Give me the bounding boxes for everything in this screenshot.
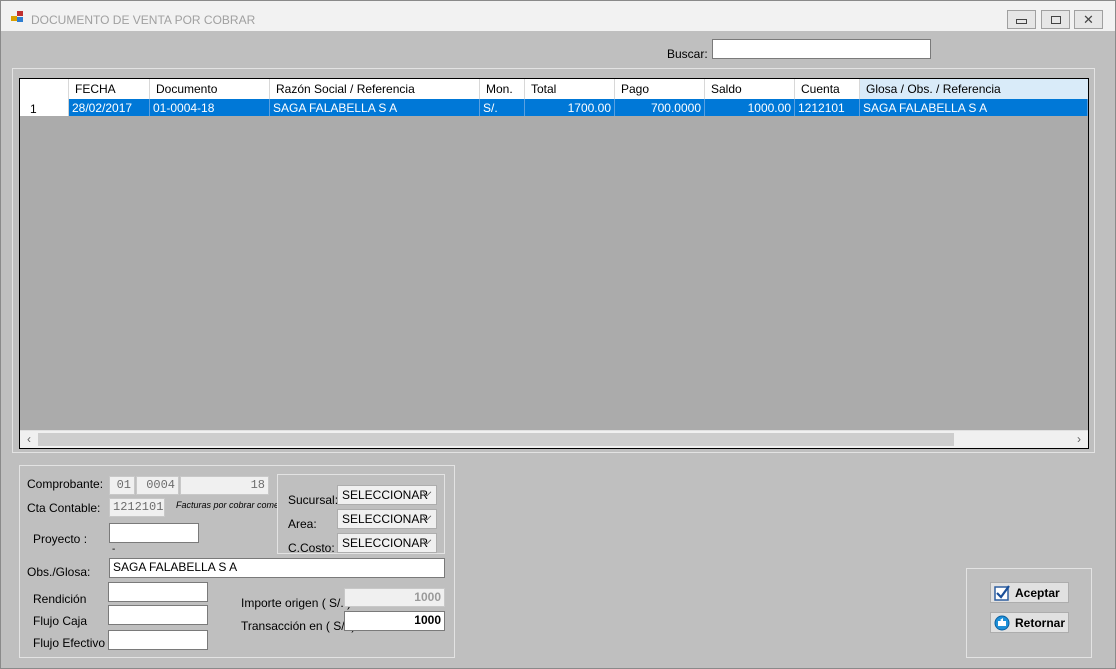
- area-select[interactable]: SELECCIONAR: [337, 509, 437, 529]
- proyecto-label: Proyecto :: [33, 532, 88, 546]
- obs-glosa-label: Obs./Glosa:: [27, 565, 91, 579]
- cell-saldo[interactable]: 1000.00: [705, 99, 795, 116]
- rendicion-label: Rendición: [33, 592, 87, 606]
- area-label: Area:: [288, 517, 317, 531]
- rendicion-input[interactable]: [108, 582, 208, 602]
- cell-cuenta[interactable]: 1212101: [795, 99, 860, 116]
- importe-origen-field[interactable]: 1000: [344, 588, 445, 607]
- comprobante-numero-field[interactable]: 18: [180, 476, 269, 495]
- checkbox-check-icon: [994, 585, 1010, 601]
- flujo-efectivo-input[interactable]: [108, 630, 208, 650]
- cell-documento[interactable]: 01-0004-18: [150, 99, 270, 116]
- scroll-left-icon[interactable]: ‹: [21, 432, 37, 447]
- flujo-efectivo-label: Flujo Efectivo: [33, 636, 106, 650]
- horizontal-scrollbar[interactable]: ‹ ›: [20, 430, 1088, 448]
- close-button[interactable]: ✕: [1074, 10, 1103, 29]
- proyecto-input[interactable]: [109, 523, 199, 543]
- column-header-moneda[interactable]: Mon.: [480, 79, 525, 99]
- window-title: DOCUMENTO DE VENTA POR COBRAR: [31, 13, 256, 27]
- area-select-value: SELECCIONAR: [342, 512, 429, 526]
- aceptar-button[interactable]: Aceptar: [990, 582, 1069, 603]
- sucursal-label: Sucursal:: [288, 493, 339, 507]
- comprobante-label: Comprobante:: [27, 477, 104, 491]
- cta-contable-field[interactable]: 1212101: [109, 498, 165, 517]
- search-input[interactable]: [712, 39, 931, 59]
- ccosto-select-value: SELECCIONAR: [342, 536, 429, 550]
- return-icon: [994, 615, 1010, 631]
- aceptar-label: Aceptar: [1015, 586, 1060, 600]
- minimize-icon: [1016, 19, 1027, 24]
- restore-button[interactable]: [1041, 10, 1070, 29]
- cta-contable-description: Facturas por cobrar come: [176, 500, 277, 510]
- search-label: Buscar:: [667, 47, 708, 61]
- column-header-fecha[interactable]: FECHA: [69, 79, 150, 99]
- scroll-right-icon[interactable]: ›: [1071, 432, 1087, 447]
- transaccion-label: Transacción en ( S/. ): [241, 619, 356, 633]
- title-bar[interactable]: DOCUMENTO DE VENTA POR COBRAR ✕: [1, 1, 1115, 31]
- column-header-documento[interactable]: Documento: [150, 79, 270, 99]
- minimize-button[interactable]: [1007, 10, 1036, 29]
- retornar-button[interactable]: Retornar: [990, 612, 1069, 633]
- ccosto-label: C.Costo:: [288, 541, 335, 555]
- sucursal-select-value: SELECCIONAR: [342, 488, 429, 502]
- comprobante-serie-field[interactable]: 0004: [136, 476, 179, 495]
- cell-moneda[interactable]: S/.: [480, 99, 525, 116]
- column-header-cuenta[interactable]: Cuenta: [795, 79, 860, 99]
- cell-glosa[interactable]: SAGA FALABELLA S A: [860, 99, 1088, 116]
- importe-origen-label: Importe origen ( S/. ): [241, 596, 352, 610]
- scroll-thumb[interactable]: [38, 433, 954, 446]
- close-icon: ✕: [1083, 12, 1094, 27]
- comprobante-tipo-field[interactable]: 01: [109, 476, 135, 495]
- column-header-glosa[interactable]: Glosa / Obs. / Referencia: [860, 79, 1088, 99]
- app-icon: [11, 11, 25, 23]
- ccosto-select[interactable]: SELECCIONAR: [337, 533, 437, 553]
- flujo-caja-input[interactable]: [108, 605, 208, 625]
- retornar-label: Retornar: [1015, 616, 1066, 630]
- restore-icon: [1050, 15, 1061, 24]
- row-header[interactable]: 1: [20, 99, 69, 116]
- column-header-pago[interactable]: Pago: [615, 79, 705, 99]
- grid-corner-header[interactable]: [20, 79, 69, 99]
- cell-pago[interactable]: 700.0000: [615, 99, 705, 116]
- proyecto-note: -: [112, 544, 116, 555]
- sucursal-select[interactable]: SELECCIONAR: [337, 485, 437, 505]
- flujo-caja-label: Flujo Caja: [33, 614, 88, 628]
- transaccion-input[interactable]: 1000: [344, 611, 445, 631]
- obs-glosa-input[interactable]: SAGA FALABELLA S A: [109, 558, 445, 578]
- column-header-saldo[interactable]: Saldo: [705, 79, 795, 99]
- column-header-total[interactable]: Total: [525, 79, 615, 99]
- cell-razon-social[interactable]: SAGA FALABELLA S A: [270, 99, 480, 116]
- documents-grid[interactable]: FECHA Documento Razón Social / Referenci…: [19, 78, 1089, 449]
- column-header-razon-social[interactable]: Razón Social / Referencia: [270, 79, 480, 99]
- table-row[interactable]: 1 28/02/2017 01-0004-18 SAGA FALABELLA S…: [20, 99, 1088, 116]
- cell-total[interactable]: 1700.00: [525, 99, 615, 116]
- cta-contable-label: Cta Contable:: [27, 501, 101, 515]
- grid-header: FECHA Documento Razón Social / Referenci…: [20, 79, 1088, 100]
- cell-fecha[interactable]: 28/02/2017: [69, 99, 150, 116]
